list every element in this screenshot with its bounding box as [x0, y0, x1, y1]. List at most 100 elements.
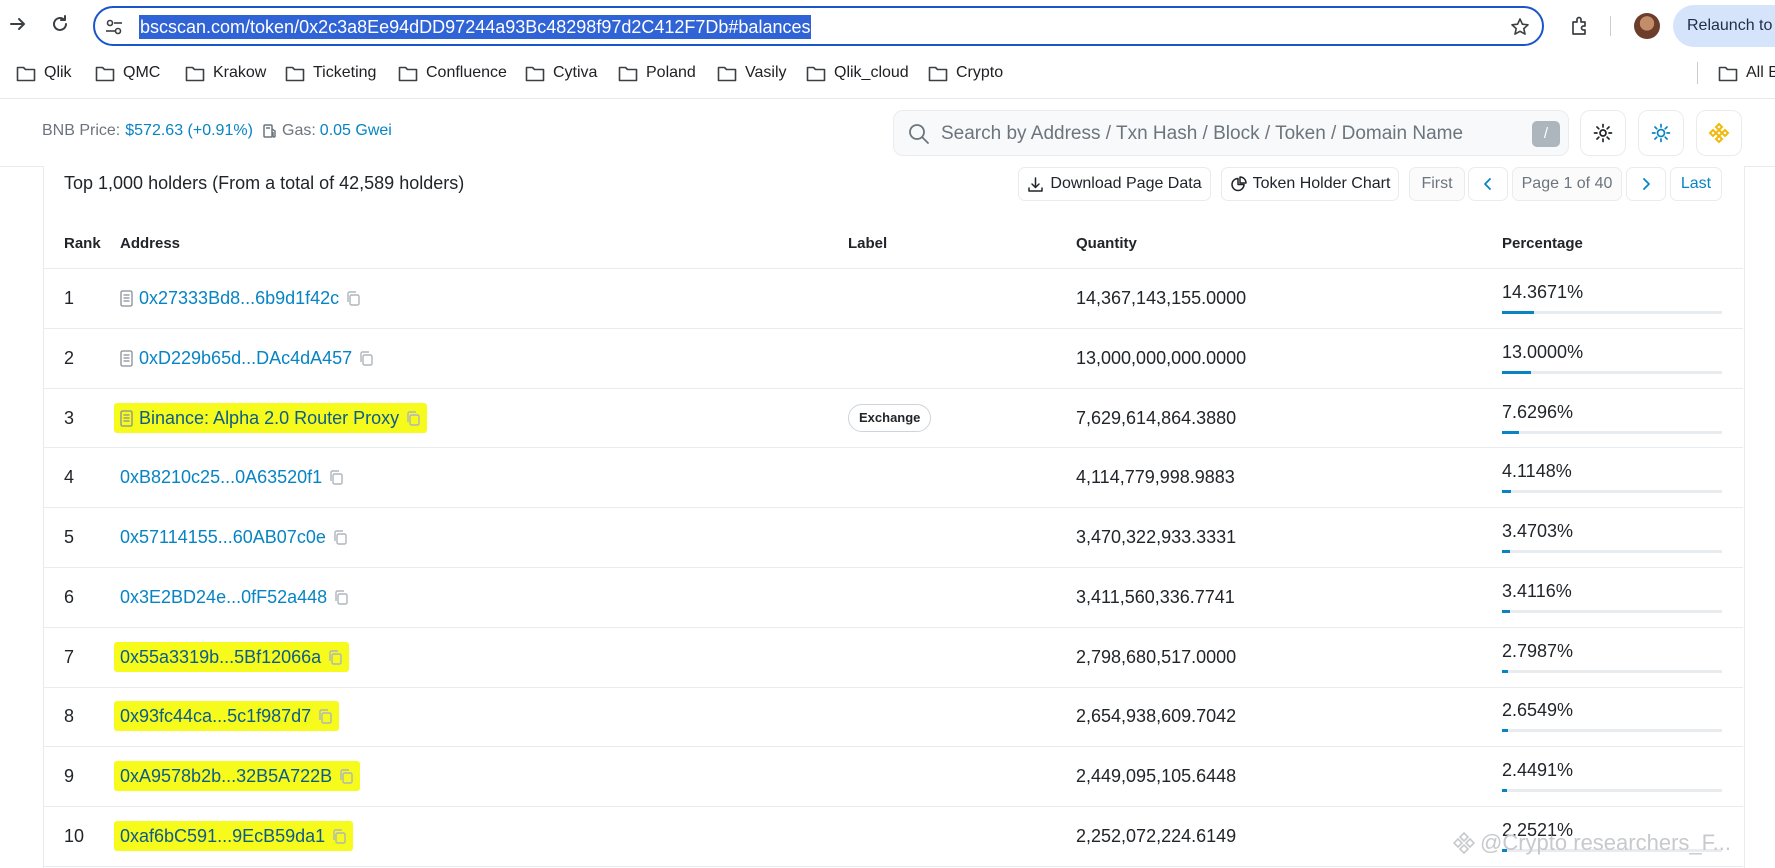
page-indicator: Page 1 of 40: [1512, 167, 1622, 201]
percentage-bar-fill: [1502, 610, 1510, 613]
address-link[interactable]: 0x27333Bd8...6b9d1f42c: [139, 288, 339, 309]
percentage-cell: 13.0000%: [1502, 342, 1584, 362]
percentage-bar: [1502, 431, 1722, 434]
holder-address[interactable]: Binance: Alpha 2.0 Router Proxy: [114, 403, 428, 433]
next-page-button[interactable]: [1626, 167, 1666, 201]
copy-icon[interactable]: [332, 529, 348, 546]
last-page-button[interactable]: Last: [1670, 167, 1722, 201]
copy-icon[interactable]: [331, 828, 347, 845]
holder-address[interactable]: 0xA9578b2b...32B5A722B: [114, 761, 361, 791]
row-divider: [43, 627, 1743, 628]
sun-icon: [1651, 123, 1671, 143]
watermark-logo-icon: [1452, 831, 1476, 855]
holder-address[interactable]: 0x27333Bd8...6b9d1f42c: [120, 283, 361, 313]
copy-icon[interactable]: [317, 708, 333, 725]
url-text[interactable]: bscscan.com/token/0x2c3a8Ee94dDD97244a93…: [139, 15, 812, 39]
bookmark-star-icon[interactable]: [1508, 15, 1532, 39]
bnb-price-value[interactable]: $572.63 (+0.91%): [125, 122, 253, 140]
holder-address[interactable]: 0xaf6bC591...9EcB59da1: [114, 821, 354, 851]
address-link[interactable]: 0x55a3319b...5Bf12066a: [120, 647, 321, 668]
profile-avatar[interactable]: [1634, 13, 1660, 39]
all-bookmarks-button[interactable]: All B: [1718, 56, 1775, 90]
bookmark-folder-confluence[interactable]: Confluence: [398, 56, 507, 90]
column-header-quantity: Quantity: [1076, 235, 1137, 252]
copy-icon[interactable]: [345, 290, 361, 307]
search-icon: [908, 123, 930, 145]
holder-address[interactable]: 0xB8210c25...0A63520f1: [120, 462, 344, 492]
address-link[interactable]: 0x3E2BD24e...0fF52a448: [120, 587, 327, 608]
token-holder-chart-button[interactable]: Token Holder Chart: [1221, 167, 1399, 201]
holder-address[interactable]: 0x3E2BD24e...0fF52a448: [120, 582, 349, 612]
extensions-icon[interactable]: [1566, 12, 1594, 40]
bookmark-folder-ticketing[interactable]: Ticketing: [285, 56, 376, 90]
bookmark-folder-qmc[interactable]: QMC: [95, 56, 160, 90]
bookmark-folder-vasily[interactable]: Vasily: [717, 56, 787, 90]
gas-value[interactable]: 0.05 Gwei: [320, 122, 392, 140]
gas-label: Gas:: [282, 122, 316, 139]
percentage-bar-fill: [1502, 431, 1519, 434]
chart-label: Token Holder Chart: [1252, 175, 1391, 192]
rank-cell: 9: [64, 766, 75, 786]
rank-cell: 6: [64, 587, 75, 607]
holder-address[interactable]: 0xD229b65d...DAc4dA457: [120, 343, 374, 373]
address-link[interactable]: 0x93fc44ca...5c1f987d7: [120, 706, 311, 727]
quantity-cell: 3,470,322,933.3331: [1076, 527, 1237, 547]
network-switch-button[interactable]: [1696, 110, 1742, 156]
address-link[interactable]: 0xaf6bC591...9EcB59da1: [120, 826, 325, 847]
download-page-data-button[interactable]: Download Page Data: [1018, 167, 1211, 201]
gas-pump-icon: [262, 123, 278, 139]
label-badge[interactable]: Exchange: [848, 404, 932, 432]
address-link[interactable]: Binance: Alpha 2.0 Router Proxy: [139, 408, 399, 429]
bookmark-folder-qlik[interactable]: Qlik: [16, 56, 72, 90]
bookmark-folder-cytiva[interactable]: Cytiva: [525, 56, 597, 90]
contract-file-icon: [120, 349, 133, 367]
reload-icon[interactable]: [46, 10, 74, 38]
row-divider: [43, 328, 1743, 329]
address-link[interactable]: 0xB8210c25...0A63520f1: [120, 467, 322, 488]
relaunch-button[interactable]: Relaunch to u: [1673, 5, 1775, 47]
percentage-bar: [1502, 311, 1722, 314]
address-bar[interactable]: bscscan.com/token/0x2c3a8Ee94dDD97244a93…: [93, 6, 1544, 46]
bookmark-folder-krakow[interactable]: Krakow: [185, 56, 266, 90]
percentage-cell: 7.6296%: [1502, 402, 1574, 422]
search-input[interactable]: Search by Address / Txn Hash / Block / T…: [941, 123, 1463, 145]
rank-cell: 8: [64, 706, 75, 726]
address-link[interactable]: 0xD229b65d...DAc4dA457: [139, 348, 352, 369]
row-divider: [43, 388, 1743, 389]
row-divider: [43, 806, 1743, 807]
copy-icon[interactable]: [338, 768, 354, 785]
bookmarks-bar: Qlik QMC Krakow Ticketing Confluence Cyt…: [0, 56, 1775, 90]
quantity-cell: 14,367,143,155.0000: [1076, 288, 1247, 308]
holder-address[interactable]: 0x55a3319b...5Bf12066a: [114, 642, 350, 672]
search-box[interactable]: Search by Address / Txn Hash / Block / T…: [893, 110, 1569, 156]
rank-cell: 1: [64, 288, 75, 308]
bookmark-label: Crypto: [956, 64, 1004, 81]
bookmark-folder-crypto[interactable]: Crypto: [928, 56, 1003, 90]
copy-icon[interactable]: [405, 410, 421, 427]
rank-cell: 2: [64, 348, 75, 368]
row-divider: [43, 567, 1743, 568]
address-link[interactable]: 0xA9578b2b...32B5A722B: [120, 766, 332, 787]
row-divider: [43, 866, 1743, 867]
gas-price: Gas: 0.05 Gwei: [262, 122, 392, 140]
copy-icon[interactable]: [358, 350, 374, 367]
forward-icon[interactable]: [4, 10, 32, 38]
browser-toolbar: bscscan.com/token/0x2c3a8Ee94dDD97244a93…: [0, 0, 1775, 47]
address-link[interactable]: 0x57114155...60AB07c0e: [120, 527, 326, 548]
copy-icon[interactable]: [333, 589, 349, 606]
previous-page-button[interactable]: [1468, 167, 1508, 201]
chevron-right-icon: [1641, 177, 1651, 191]
first-page-button[interactable]: First: [1409, 167, 1465, 201]
folder-icon: [95, 65, 115, 82]
folder-icon: [16, 65, 36, 82]
holder-address[interactable]: 0x57114155...60AB07c0e: [120, 522, 348, 552]
holder-address[interactable]: 0x93fc44ca...5c1f987d7: [114, 701, 340, 731]
percentage-cell: 2.4491%: [1502, 760, 1574, 780]
bookmark-folder-qlik-cloud[interactable]: Qlik_cloud: [806, 56, 909, 90]
site-settings-icon[interactable]: [103, 16, 125, 38]
theme-toggle-button[interactable]: [1638, 110, 1684, 156]
bookmark-folder-poland[interactable]: Poland: [618, 56, 696, 90]
copy-icon[interactable]: [327, 649, 343, 666]
copy-icon[interactable]: [328, 469, 344, 486]
settings-button[interactable]: [1580, 110, 1626, 156]
